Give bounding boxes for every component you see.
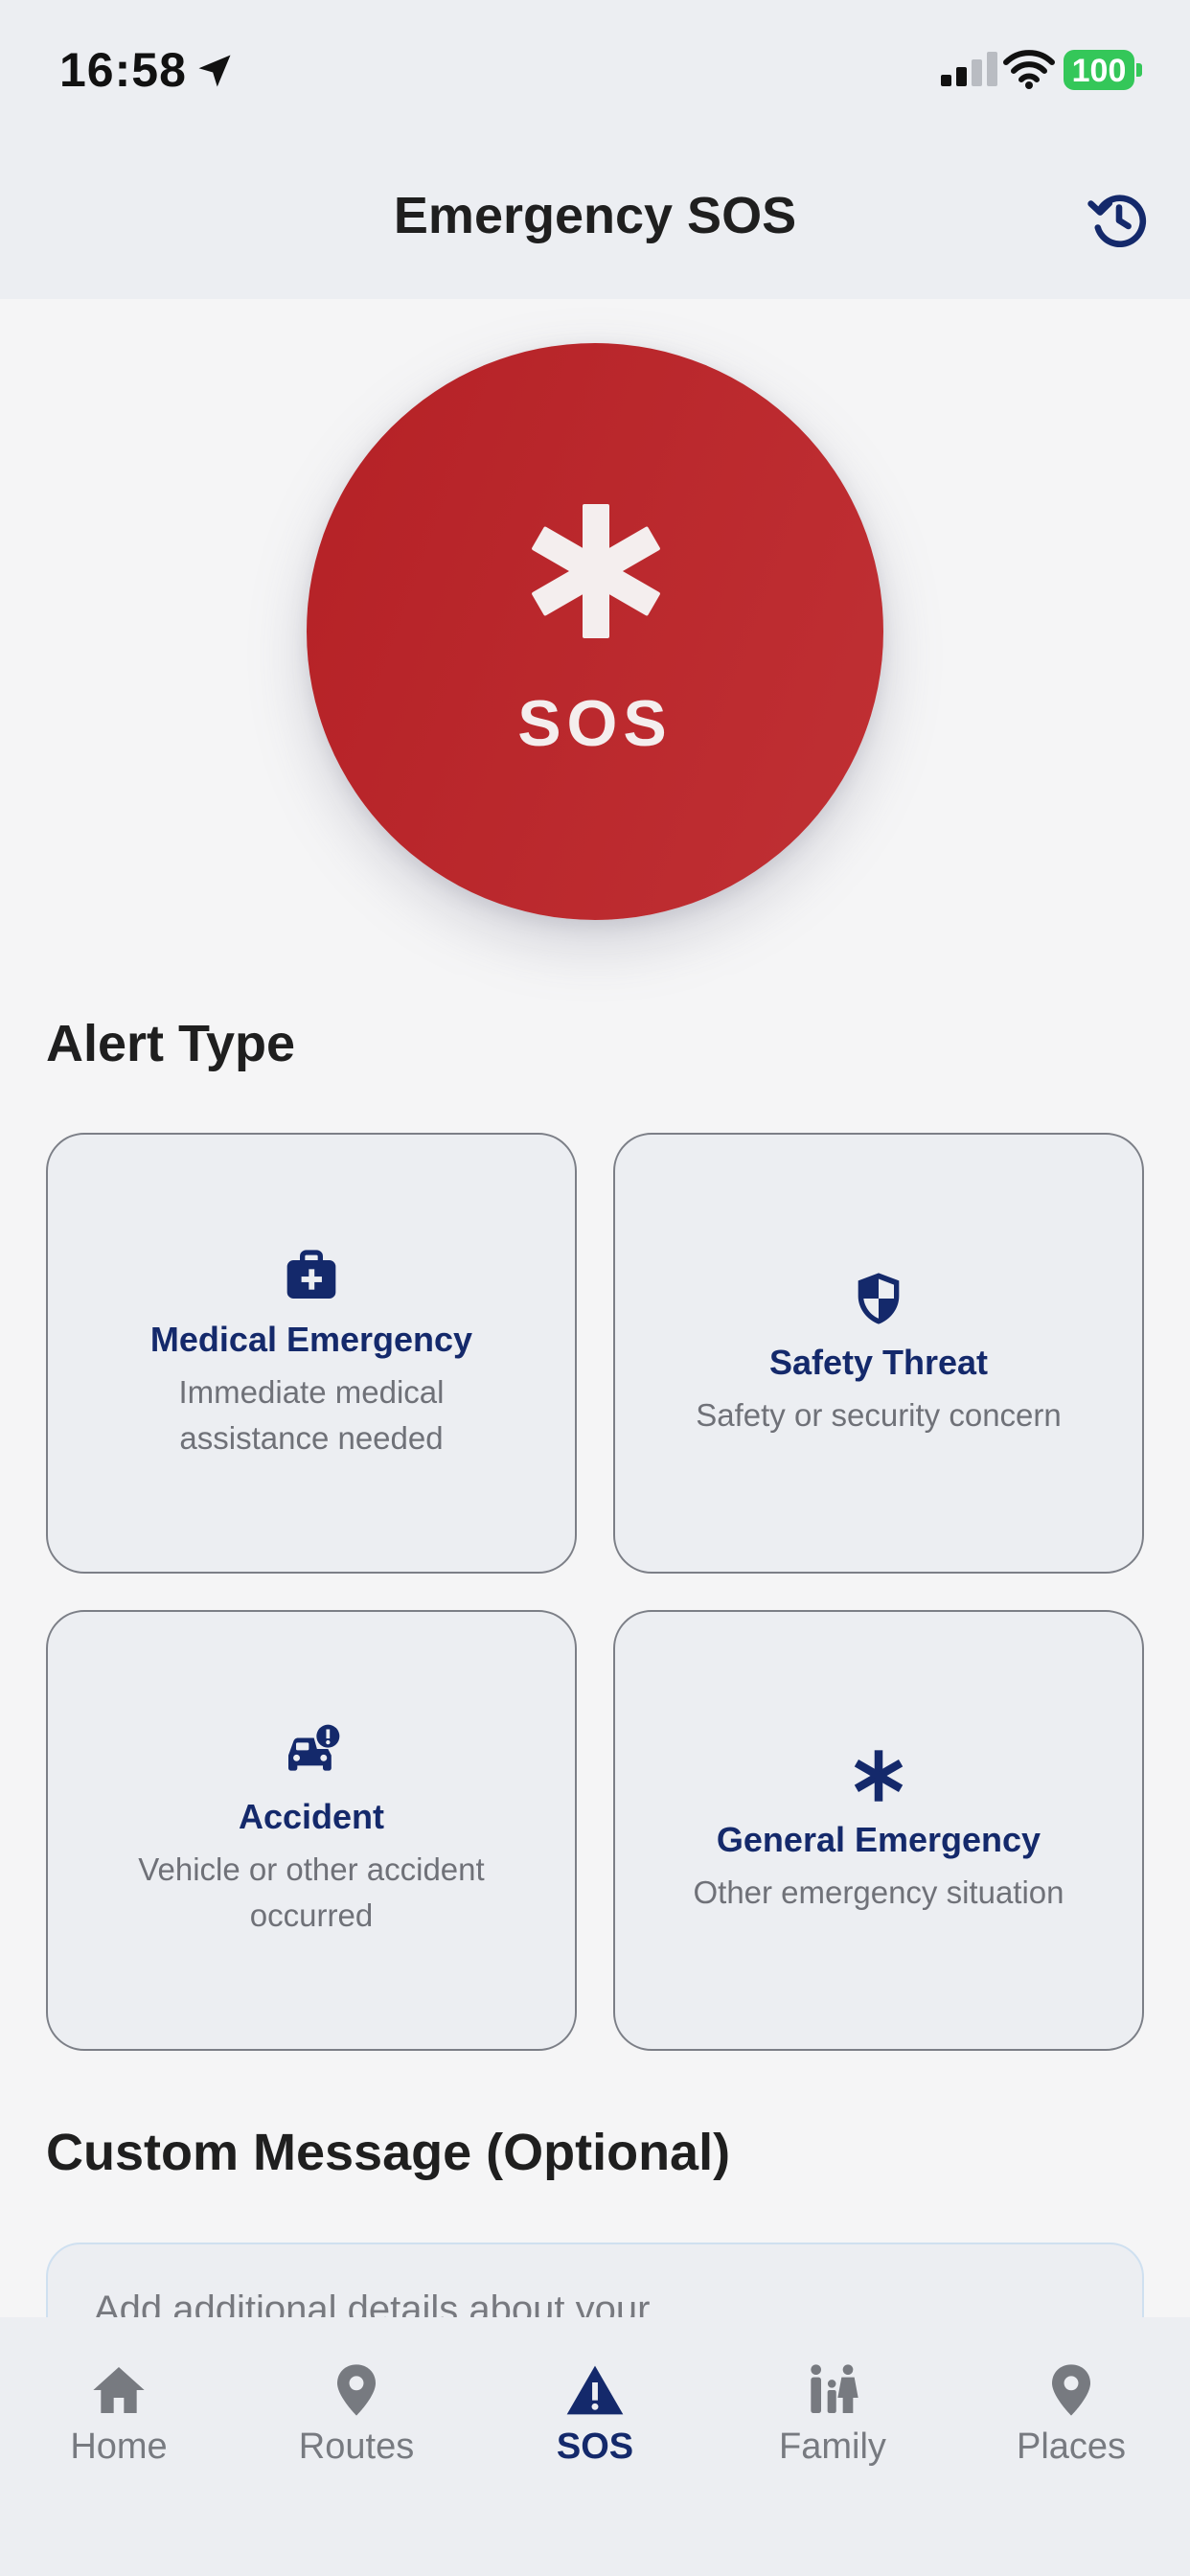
alert-card-description: Safety or security concern [696, 1397, 1062, 1433]
alert-card-title: Accident [238, 1797, 385, 1836]
tab-routes[interactable]: Routes [238, 2338, 475, 2482]
tab-label: Family [779, 2426, 886, 2467]
alert-type-heading: Alert Type [46, 1015, 296, 1072]
sos-label: SOS [517, 687, 673, 760]
tab-label: Places [1016, 2426, 1127, 2467]
tab-family[interactable]: Family [714, 2338, 951, 2482]
alert-card-description: Other emergency situation [693, 1874, 1064, 1910]
medical-kit-icon [286, 1250, 336, 1299]
asterisk-icon [532, 504, 660, 638]
home-icon [93, 2367, 145, 2413]
car-alert-icon [288, 1724, 340, 1771]
tab-label: Home [70, 2426, 168, 2467]
tab-label: SOS [556, 2426, 634, 2467]
status-bar: 16:58 100 [0, 0, 1190, 144]
tab-home[interactable]: Home [0, 2338, 238, 2482]
alert-card-safety-threat[interactable]: Safety Threat Safety or security concern [613, 1133, 1144, 1574]
alert-card-description: Vehicle or other accident occurred [138, 1852, 485, 1933]
shield-icon [858, 1273, 900, 1324]
battery-level: 100 [1071, 53, 1127, 89]
custom-message-heading: Custom Message (Optional) [46, 2124, 731, 2181]
wifi-icon [1003, 50, 1055, 89]
alert-card-medical-emergency[interactable]: Medical Emergency Immediate medical assi… [46, 1133, 577, 1574]
alert-card-accident[interactable]: Accident Vehicle or other accident occur… [46, 1610, 577, 2051]
tab-bar: Home Routes SOS Family Places [0, 2317, 1190, 2576]
alert-card-title: Medical Emergency [149, 1320, 473, 1359]
location-pin-icon [337, 2364, 376, 2416]
location-arrow-icon [198, 55, 231, 87]
family-icon [811, 2364, 858, 2413]
alert-card-title: Safety Threat [768, 1343, 989, 1382]
tab-sos[interactable]: SOS [476, 2338, 714, 2482]
location-pin-icon [1052, 2364, 1090, 2416]
screen: 16:58 100 Emergency SOS SOS Alert Type M… [0, 0, 1190, 2576]
warning-icon [566, 2365, 624, 2415]
alert-card-general-emergency[interactable]: General Emergency Other emergency situat… [613, 1610, 1144, 2051]
asterisk-icon [854, 1750, 904, 1802]
history-icon[interactable] [1085, 186, 1154, 255]
tab-places[interactable]: Places [952, 2338, 1190, 2482]
page-title: Emergency SOS [393, 187, 797, 244]
alert-card-title: General Emergency [716, 1820, 1041, 1859]
sos-button[interactable]: SOS [307, 343, 883, 920]
battery-indicator: 100 [1064, 50, 1142, 90]
alert-card-description: Immediate medical assistance needed [178, 1374, 445, 1456]
status-time: 16:58 [59, 43, 187, 97]
app-header: Emergency SOS [0, 144, 1190, 299]
tab-label: Routes [298, 2426, 415, 2467]
